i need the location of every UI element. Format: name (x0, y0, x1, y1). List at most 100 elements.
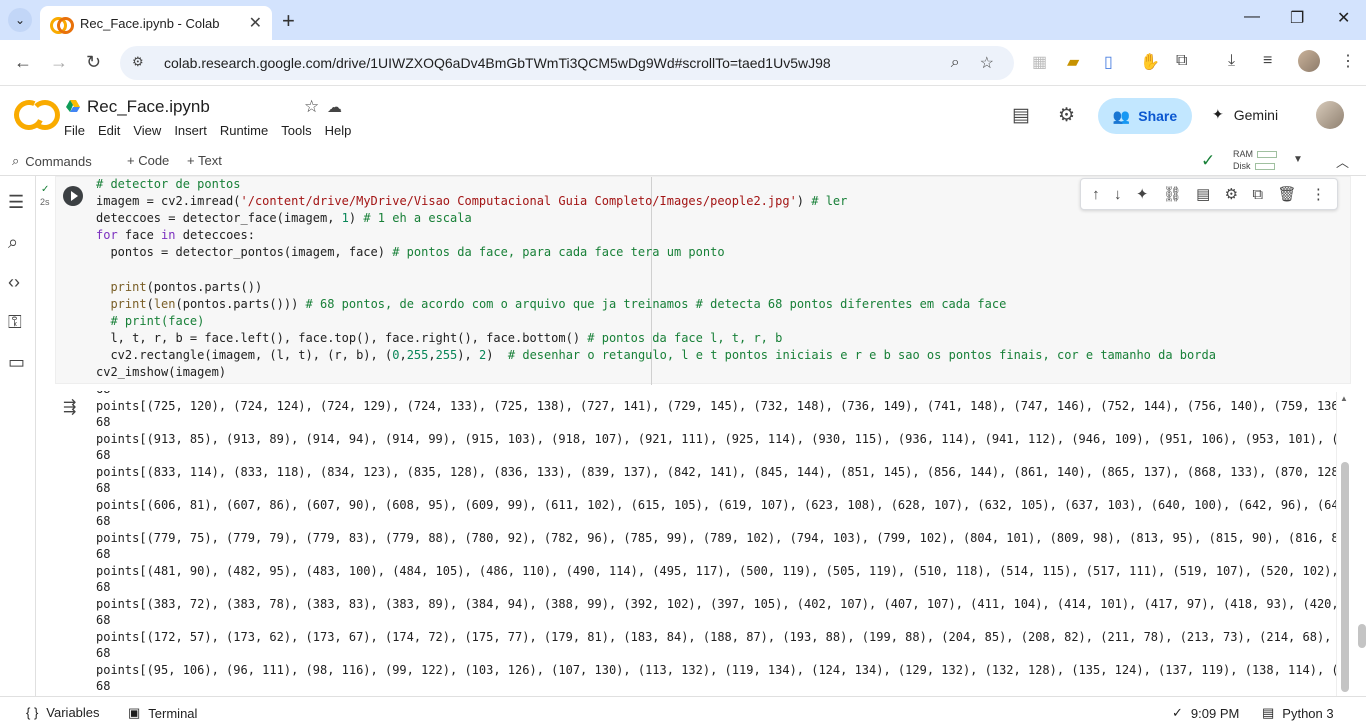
settings-gear-icon[interactable]: ⚙ (1225, 185, 1238, 203)
more-options-icon[interactable]: ⋮ (1311, 185, 1326, 203)
gemini-button[interactable]: ✦ Gemini (1212, 106, 1278, 123)
output-line: points[(95, 106), (96, 111), (98, 116), … (96, 662, 1337, 677)
output-line: 68 (96, 613, 111, 627)
code-snippets-icon[interactable]: ‹› (8, 272, 20, 293)
executed-check-icon: ✓ (41, 184, 50, 195)
commands-button[interactable]: ⌕ Commands (12, 153, 92, 169)
drive-icon[interactable] (66, 100, 80, 112)
back-icon[interactable]: ← (14, 52, 32, 73)
gemini-sparkle-icon[interactable]: ✦ (1136, 185, 1149, 203)
output-line: 68 (96, 415, 111, 429)
download-icon[interactable]: ⤓ (1228, 52, 1235, 70)
star-icon[interactable]: ☆ (304, 97, 319, 117)
menu-runtime[interactable]: Runtime (220, 123, 268, 138)
comment-icon[interactable]: ▤ (1196, 185, 1210, 203)
share-button[interactable]: 👥 Share (1098, 98, 1192, 134)
add-code-button[interactable]: + Code (127, 153, 169, 168)
menu-tools[interactable]: Tools (281, 123, 311, 138)
zoom-icon[interactable]: ⌕ (951, 54, 960, 72)
reload-icon[interactable]: ↻ (86, 52, 101, 73)
comment-icon[interactable]: ▤ (1012, 104, 1030, 127)
variables-button[interactable]: { } Variables (26, 705, 100, 720)
collapse-chevron-icon[interactable]: ︿ (1336, 152, 1349, 171)
extension-folder-icon[interactable]: ▰ (1067, 52, 1079, 72)
find-replace-icon[interactable]: ⌕ (8, 232, 18, 253)
runtime-dropdown-icon[interactable]: ▼ (1293, 154, 1303, 165)
code-line[interactable]: cv2.rectangle(imagem, (l, t), (r, b), (0… (96, 348, 1215, 362)
extension-hand-icon[interactable]: ✋ (1140, 52, 1160, 72)
page-scroll-thumb[interactable] (1358, 624, 1366, 648)
link-icon[interactable]: ⛓ (1163, 185, 1182, 203)
url-text[interactable]: colab.research.google.com/drive/1UIWZXOQ… (164, 55, 951, 71)
resource-monitor[interactable]: RAM Disk (1233, 148, 1277, 172)
code-line[interactable]: # print(face) (96, 314, 204, 328)
notebook-title[interactable]: Rec_Face.ipynb (87, 97, 210, 117)
menu-insert[interactable]: Insert (174, 123, 207, 138)
variables-braces-icon: { } (26, 705, 39, 720)
extension-grid-icon[interactable]: ▦ (1032, 52, 1047, 72)
user-avatar[interactable] (1316, 101, 1344, 129)
add-text-button[interactable]: + Text (187, 153, 222, 168)
output-line: points[(779, 75), (779, 79), (779, 83), … (96, 530, 1337, 545)
new-tab-button[interactable]: + (282, 8, 295, 34)
extension-doc-icon[interactable]: ▯ (1104, 52, 1113, 72)
menu-file[interactable]: File (64, 123, 85, 138)
command-bar: ⌕ Commands + Code + Text ✓ RAM Disk ▼ ︿ (0, 146, 1366, 176)
minimize-icon[interactable]: — (1244, 8, 1260, 26)
window-close-icon[interactable]: ✕ (1337, 8, 1350, 28)
colab-logo-icon[interactable] (14, 100, 60, 130)
browser-tab-active[interactable]: Rec_Face.ipynb - Colab ✕ (40, 6, 272, 40)
code-line[interactable]: imagem = cv2.imread('/content/drive/MyDr… (96, 194, 847, 208)
output-line: points[(833, 114), (833, 118), (834, 123… (96, 464, 1337, 479)
output-scrollbar[interactable]: ▲ (1336, 392, 1350, 696)
media-control-icon[interactable]: ≡ (1263, 52, 1272, 70)
browser-menu-icon[interactable]: ⋮ (1340, 51, 1356, 71)
code-line[interactable]: l, t, r, b = face.left(), face.top(), fa… (96, 331, 782, 345)
browser-tabstrip: ⌄ Rec_Face.ipynb - Colab ✕ + — ❐ ✕ (0, 0, 1366, 40)
code-line[interactable]: pontos = detector_pontos(imagem, face) #… (96, 245, 724, 259)
address-bar[interactable]: ⚙ colab.research.google.com/drive/1UIWZX… (120, 46, 1014, 80)
menu-help[interactable]: Help (325, 123, 352, 138)
menu-edit[interactable]: Edit (98, 123, 120, 138)
menu-view[interactable]: View (133, 123, 161, 138)
left-rail: ☰ ⌕ ‹› ⚿ ▭ (0, 176, 36, 696)
tab-search-button[interactable]: ⌄ (8, 8, 32, 32)
profile-avatar[interactable] (1298, 50, 1320, 72)
output-line: points[(606, 81), (607, 86), (607, 90), … (96, 497, 1337, 512)
delete-icon[interactable]: 🗑 (1277, 185, 1296, 203)
cell-output: ⇶ 68 points[(725, 120), (724, 124), (724,… (55, 391, 1337, 696)
secrets-key-icon[interactable]: ⚿ (8, 312, 22, 333)
menubar: File Edit View Insert Runtime Tools Help (64, 123, 364, 138)
page-scrollbar[interactable] (1356, 176, 1366, 696)
terminal-button[interactable]: ▣ Terminal (128, 705, 197, 721)
ram-label: RAM (1233, 149, 1253, 159)
code-line[interactable]: for face in deteccoes: (96, 228, 255, 242)
settings-gear-icon[interactable]: ⚙ (1058, 104, 1075, 127)
share-label: Share (1138, 108, 1178, 124)
code-line[interactable]: cv2_imshow(imagem) (96, 365, 226, 379)
output-actions-icon[interactable]: ⇶ (63, 397, 76, 417)
status-bar: { } Variables ▣ Terminal ✓ 9:09 PM ▤ Pyt… (0, 696, 1366, 728)
move-up-icon[interactable]: ↑ (1092, 186, 1100, 203)
move-down-icon[interactable]: ↓ (1114, 186, 1122, 203)
execution-status[interactable]: ✓ 9:09 PM (1172, 705, 1239, 721)
runtime-indicator[interactable]: ▤ Python 3 (1262, 705, 1334, 721)
restore-icon[interactable]: ❐ (1290, 8, 1304, 28)
output-line: points[(913, 85), (913, 89), (914, 94), … (96, 431, 1337, 446)
code-line[interactable]: # detector de pontos (96, 177, 241, 191)
code-line[interactable]: print(len(pontos.parts())) # 68 pontos, … (96, 297, 1006, 311)
table-of-contents-icon[interactable]: ☰ (8, 192, 24, 213)
bookmark-star-icon[interactable]: ☆ (980, 53, 994, 73)
forward-icon[interactable]: → (50, 52, 68, 73)
code-line[interactable]: print(pontos.parts()) (96, 280, 262, 294)
output-scroll-thumb[interactable] (1341, 462, 1349, 692)
code-line[interactable]: deteccoes = detector_face(imagem, 1) # 1… (96, 211, 472, 225)
cloud-saved-icon[interactable]: ☁ (327, 98, 342, 116)
ram-bar (1257, 151, 1277, 159)
tab-close-icon[interactable]: ✕ (249, 13, 262, 33)
extensions-puzzle-icon[interactable]: ⧉ (1176, 52, 1187, 70)
scroll-up-icon[interactable]: ▲ (1340, 394, 1348, 403)
site-info-icon[interactable]: ⚙ (132, 54, 150, 72)
mirror-cell-icon[interactable]: ⧉ (1252, 186, 1263, 203)
files-folder-icon[interactable]: ▭ (8, 352, 25, 373)
